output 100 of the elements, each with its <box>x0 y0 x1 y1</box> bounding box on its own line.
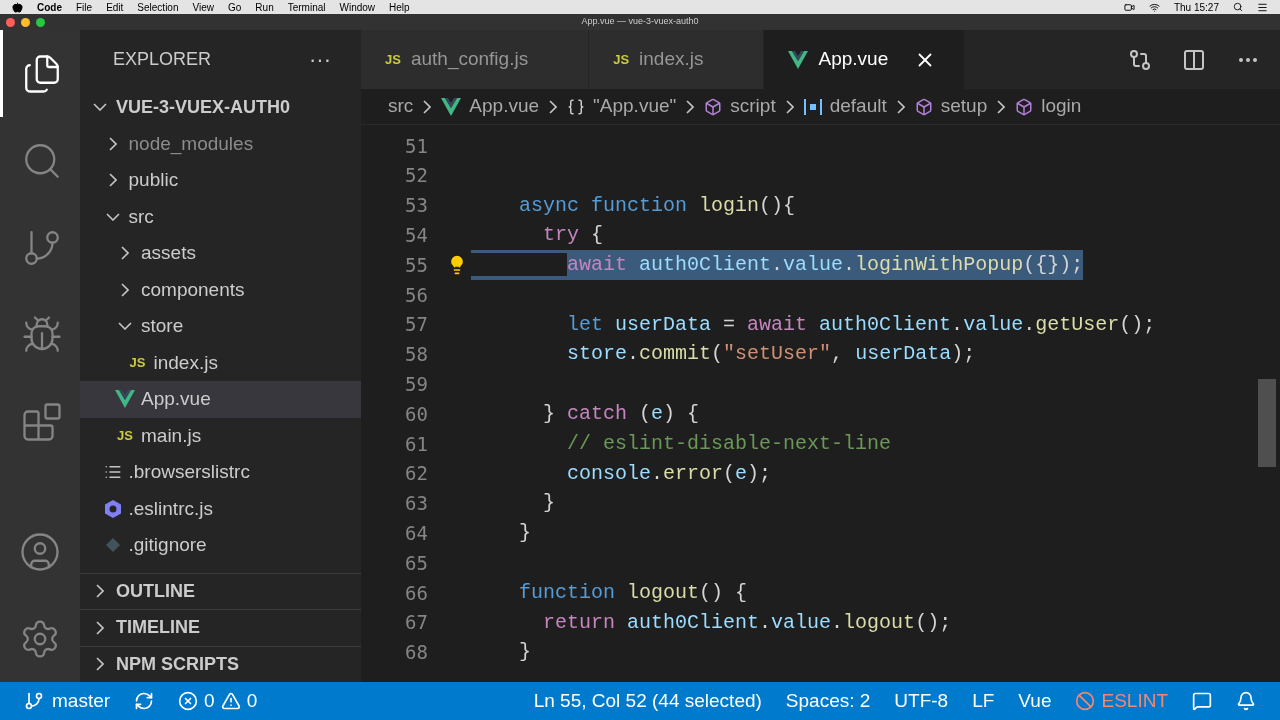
tree-item-label: components <box>141 277 245 302</box>
hexagon-file-icon <box>103 499 122 518</box>
search-icon <box>1233 2 1243 12</box>
line-ending[interactable]: LF <box>972 686 995 716</box>
tree-item-label: index.js <box>153 350 218 375</box>
tree-item-label: assets <box>141 241 196 265</box>
line-number: 62 <box>404 461 428 487</box>
breadcrumb-item[interactable]: "App.vue" <box>567 92 677 121</box>
chevron-right-icon <box>549 99 558 114</box>
indentation[interactable]: Spaces: 2 <box>785 686 871 716</box>
tree-item[interactable]: assets <box>80 235 361 272</box>
menu-item[interactable]: Run <box>255 0 274 15</box>
line-number: 67 <box>404 610 428 636</box>
brackets-icon <box>803 98 822 115</box>
menu-item[interactable]: View <box>192 0 214 15</box>
error-icon <box>178 691 199 711</box>
scrollbar[interactable] <box>1258 379 1276 467</box>
menu-item[interactable]: Selection <box>137 0 179 15</box>
line-number: 59 <box>404 372 428 397</box>
tree-item[interactable]: .browserslistrc <box>80 454 361 491</box>
breadcrumb-item[interactable]: setup <box>914 92 988 121</box>
line-number: 63 <box>404 491 428 517</box>
tree-root[interactable]: VUE-3-VUEX-AUTH0 <box>80 89 361 126</box>
tree-item[interactable]: public <box>80 162 361 199</box>
camera-icon <box>1123 1 1135 13</box>
diamond-file-icon <box>105 538 120 553</box>
section-header[interactable]: OUTLINE <box>80 572 361 609</box>
tree-item[interactable]: JS main.js <box>80 417 361 454</box>
line-number: 58 <box>404 342 428 368</box>
editor-tab[interactable]: JS auth_config.js <box>361 30 590 89</box>
language-mode[interactable]: Vue <box>1018 686 1052 716</box>
cube-icon <box>1015 97 1034 116</box>
breadcrumb-item[interactable]: default <box>803 92 887 121</box>
js-file-icon: JS <box>117 426 133 446</box>
feedback-icon[interactable] <box>1192 691 1212 711</box>
js-file-icon: JS <box>385 49 401 70</box>
section-header[interactable]: TIMELINE <box>80 609 361 646</box>
line-number: 57 <box>404 312 428 338</box>
tree-item[interactable]: App.vue <box>80 381 361 418</box>
menu-item[interactable]: Window <box>339 0 376 15</box>
bell-icon[interactable] <box>1236 691 1256 711</box>
vue-file-icon <box>441 97 462 116</box>
breadcrumb-item[interactable]: src <box>388 92 414 121</box>
tree-item[interactable]: node_modules <box>80 125 361 162</box>
line-number: 60 <box>404 401 428 427</box>
editor-tab[interactable]: JS index.js <box>589 30 765 89</box>
menu-item[interactable]: Help <box>389 0 410 15</box>
vue-file-icon <box>115 390 135 409</box>
menu-item[interactable]: Terminal <box>287 0 326 15</box>
js-file-icon: JS <box>129 353 146 373</box>
tree-item-label: App.vue <box>141 387 211 411</box>
tree-item-label: .eslintrc.js <box>128 496 213 521</box>
apple-icon <box>12 1 23 13</box>
menu-item[interactable]: Code <box>37 0 62 15</box>
chevron-right-icon <box>686 99 695 114</box>
chevron-right-icon <box>785 99 794 114</box>
sidebar-title: EXPLORER <box>113 48 212 71</box>
compare-icon[interactable] <box>1128 47 1152 72</box>
wifi-icon <box>1148 1 1160 13</box>
tree-item-label: store <box>141 314 184 338</box>
tree-item-label: .gitignore <box>128 533 207 557</box>
cube-icon <box>704 97 723 116</box>
disabled-icon <box>1075 691 1096 711</box>
line-number: 66 <box>404 580 428 606</box>
sync-icon[interactable] <box>134 691 155 711</box>
more-button[interactable]: ··· <box>309 43 331 76</box>
branch-indicator[interactable]: master <box>24 686 111 716</box>
line-number: 52 <box>404 163 428 189</box>
line-number: 68 <box>404 640 428 666</box>
menu-item[interactable]: Go <box>228 0 242 15</box>
branch-icon <box>24 691 44 711</box>
tree-item-label: .browserslistrc <box>128 460 250 484</box>
split-editor-icon[interactable] <box>1182 47 1206 72</box>
breadcrumb-item[interactable]: script <box>704 92 776 121</box>
chevron-right-icon <box>423 99 432 114</box>
editor-tab[interactable]: App.vue <box>764 30 966 89</box>
line-number: 54 <box>404 223 428 249</box>
menu-item[interactable]: File <box>76 0 93 15</box>
minimize-icon[interactable] <box>21 17 30 27</box>
zoom-icon[interactable] <box>36 17 45 27</box>
tree-item-label: public <box>128 168 179 192</box>
breadcrumb-item[interactable]: App.vue <box>441 92 540 121</box>
tree-item[interactable]: JS index.js <box>80 344 361 381</box>
tree-item[interactable]: src <box>80 198 361 235</box>
cursor-position[interactable]: Ln 55, Col 52 (44 selected) <box>533 686 762 716</box>
tree-item[interactable]: components <box>80 271 361 308</box>
tree-item[interactable]: .gitignore <box>80 527 361 564</box>
breadcrumb-item[interactable]: login <box>1015 92 1082 121</box>
problems-indicator[interactable]: 0 0 <box>178 686 258 716</box>
menu-item[interactable]: Edit <box>106 0 124 15</box>
tree-item-label: main.js <box>141 423 202 448</box>
menu-icon <box>1257 1 1268 13</box>
cube-icon <box>914 97 933 116</box>
braces-icon <box>567 97 586 116</box>
js-file-icon: JS <box>613 49 630 70</box>
tree-item[interactable]: store <box>80 308 361 345</box>
line-number: 65 <box>404 550 428 576</box>
tree-item[interactable]: .eslintrc.js <box>80 490 361 527</box>
encoding[interactable]: UTF-8 <box>894 686 949 716</box>
clock: Thu 15:27 <box>1173 0 1219 15</box>
